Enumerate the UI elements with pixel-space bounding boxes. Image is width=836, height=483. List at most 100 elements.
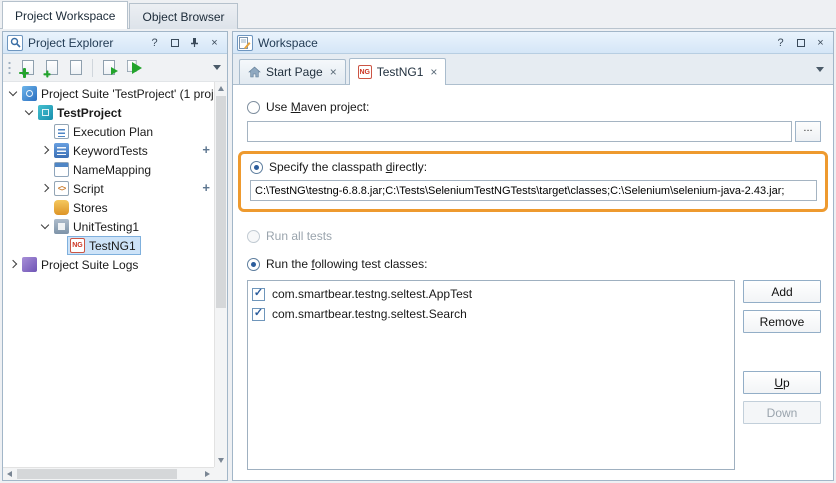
expander-placeholder [39, 125, 52, 138]
specify-classpath-option[interactable]: Specify the classpath directly: [250, 159, 817, 175]
expander-icon[interactable] [39, 144, 52, 157]
execution-plan-icon [54, 124, 69, 139]
test-classes-list[interactable]: ✓ com.smartbear.testng.seltest.AppTest ✓… [247, 280, 735, 470]
tree-item-execution-plan[interactable]: Execution Plan [3, 122, 214, 141]
buttons-spacer [743, 340, 821, 364]
float-panel-icon[interactable] [793, 35, 808, 50]
tree-item-testng1[interactable]: NG TestNG1 [3, 236, 214, 255]
float-panel-icon[interactable] [167, 35, 182, 50]
project-icon [38, 105, 53, 120]
scroll-down-icon[interactable] [215, 454, 227, 467]
workspace-panel: Workspace ? × Start Page × NG TestNG1 × … [232, 31, 834, 481]
add-new-project-button[interactable] [17, 57, 39, 79]
maven-project-input[interactable] [247, 121, 792, 142]
add-button[interactable]: Add [743, 280, 821, 303]
tab-list-dropdown-icon[interactable] [816, 67, 824, 72]
scrollbar-thumb[interactable] [216, 96, 226, 308]
radio-specify-classpath[interactable] [250, 161, 263, 174]
scrollbar-corner [214, 467, 227, 480]
test-classes-section: ✓ com.smartbear.testng.seltest.AppTest ✓… [247, 280, 821, 470]
use-maven-label: Use Maven project: [266, 100, 369, 114]
testng-icon: NG [358, 65, 372, 79]
browse-button[interactable]: ... [795, 121, 821, 142]
run-test-classes-label: Run the following test classes: [266, 257, 427, 271]
workspace-icon [237, 35, 253, 51]
tab-testng1[interactable]: NG TestNG1 × [349, 58, 447, 85]
add-new-item-button[interactable] [41, 57, 63, 79]
expander-icon[interactable] [39, 220, 52, 233]
run-test-classes-option[interactable]: Run the following test classes: [247, 256, 821, 272]
project-explorer-panel: Project Explorer ? × Project Suite 'Test… [2, 31, 228, 481]
checkbox-checked-icon[interactable]: ✓ [252, 288, 265, 301]
tab-project-workspace[interactable]: Project Workspace [2, 1, 128, 29]
help-icon[interactable]: ? [773, 35, 788, 50]
up-button[interactable]: Up [743, 371, 821, 394]
horizontal-scrollbar[interactable] [3, 467, 214, 480]
project-suite-icon [22, 86, 37, 101]
test-class-item[interactable]: ✓ com.smartbear.testng.seltest.Search [252, 304, 734, 324]
testng-icon: NG [70, 238, 85, 253]
tree-item-unittesting1[interactable]: UnitTesting1 [3, 217, 214, 236]
list-buttons-column: Add Remove Up Down [743, 280, 821, 470]
expander-icon[interactable] [7, 87, 20, 100]
expander-placeholder [39, 201, 52, 214]
toolbar-overflow-button[interactable] [213, 65, 223, 70]
tab-start-page[interactable]: Start Page × [239, 59, 346, 84]
classpath-input[interactable] [250, 180, 817, 201]
scroll-left-icon[interactable] [3, 468, 16, 480]
explorer-toolbar [3, 54, 227, 82]
vertical-scrollbar[interactable] [214, 82, 227, 467]
use-maven-option[interactable]: Use Maven project: [247, 99, 821, 115]
workspace-mode-tabbar: Project Workspace Object Browser [0, 0, 836, 29]
radio-use-maven[interactable] [247, 101, 260, 114]
home-icon [248, 66, 261, 78]
expander-icon[interactable] [23, 106, 36, 119]
close-tab-icon[interactable]: × [330, 65, 337, 79]
classpath-highlight-box: Specify the classpath directly: [238, 151, 828, 212]
script-icon [54, 181, 69, 196]
add-child-icon[interactable]: + [202, 142, 210, 157]
tree-item-stores[interactable]: Stores [3, 198, 214, 217]
close-panel-icon[interactable]: × [207, 35, 222, 50]
run-state-button[interactable] [98, 57, 120, 79]
tree-item-namemapping[interactable]: NameMapping [3, 160, 214, 179]
help-icon[interactable]: ? [147, 35, 162, 50]
explorer-title: Project Explorer [28, 36, 142, 50]
unit-testing-icon [54, 219, 69, 234]
pin-icon[interactable] [187, 35, 202, 50]
workspace-title: Workspace [258, 36, 768, 50]
radio-run-test-classes[interactable] [247, 258, 260, 271]
scroll-up-icon[interactable] [215, 82, 227, 95]
tree-item-script[interactable]: Script + [3, 179, 214, 198]
tab-object-browser[interactable]: Object Browser [129, 3, 237, 29]
checkbox-checked-icon[interactable]: ✓ [252, 308, 265, 321]
add-child-icon[interactable]: + [202, 180, 210, 195]
down-button[interactable]: Down [743, 401, 821, 424]
tree-item-keywordtests[interactable]: KeywordTests + [3, 141, 214, 160]
tab-label: Start Page [266, 65, 323, 79]
run-all-tests-option[interactable]: Run all tests [247, 228, 821, 244]
expander-placeholder [39, 163, 52, 176]
tree-item-project-suite-logs[interactable]: Project Suite Logs [3, 255, 214, 274]
expander-icon[interactable] [7, 258, 20, 271]
test-class-item[interactable]: ✓ com.smartbear.testng.seltest.AppTest [252, 284, 734, 304]
close-panel-icon[interactable]: × [813, 35, 828, 50]
remove-button[interactable]: Remove [743, 310, 821, 333]
tree-item-project-suite[interactable]: Project Suite 'TestProject' (1 project) [3, 84, 214, 103]
toolbar-separator [92, 59, 93, 77]
logs-icon [22, 257, 37, 272]
expander-icon[interactable] [39, 182, 52, 195]
specify-classpath-label: Specify the classpath directly: [269, 160, 427, 174]
radio-run-all-tests[interactable] [247, 230, 260, 243]
run-project-button[interactable] [122, 57, 144, 79]
tree-item-testproject[interactable]: TestProject [3, 103, 214, 122]
test-class-label: com.smartbear.testng.seltest.Search [272, 307, 467, 321]
scroll-right-icon[interactable] [201, 468, 214, 480]
scrollbar-thumb[interactable] [17, 469, 177, 479]
open-item-button[interactable] [65, 57, 87, 79]
stores-icon [54, 200, 69, 215]
run-all-tests-label: Run all tests [266, 229, 332, 243]
toolbar-grip[interactable] [7, 59, 12, 77]
close-tab-icon[interactable]: × [430, 65, 437, 79]
expander-placeholder [55, 239, 68, 252]
